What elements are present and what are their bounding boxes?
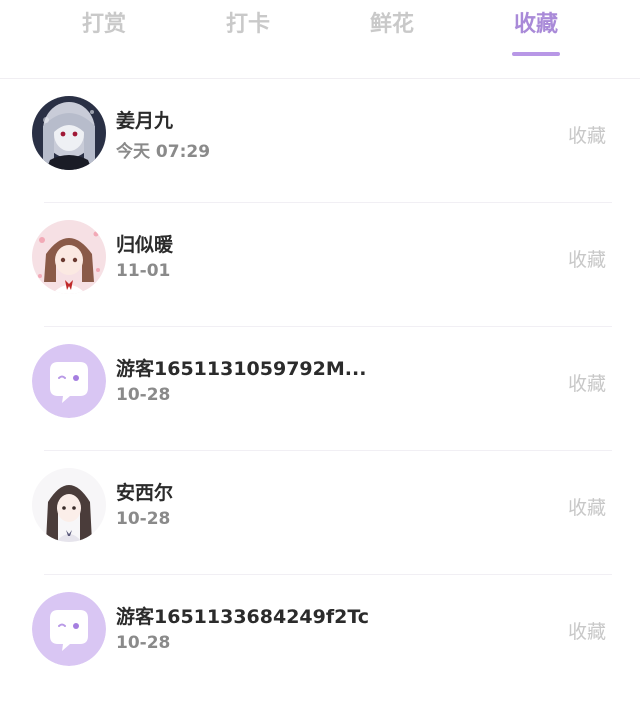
tab-flowers[interactable]: 鲜花: [347, 8, 437, 42]
favorite-status[interactable]: 收藏: [568, 245, 606, 272]
list-item[interactable]: 游客1651131059792M... 10-28 收藏: [0, 327, 640, 451]
list-item[interactable]: 游客1651133684249f2Tc 10-28 收藏: [0, 575, 640, 699]
favorite-status[interactable]: 收藏: [568, 121, 606, 148]
active-tab-indicator: [512, 52, 560, 56]
tab-bar: 打赏 打卡 鲜花 收藏: [0, 0, 640, 79]
tab-tip[interactable]: 打赏: [59, 8, 149, 42]
timestamp: 今天 07:29: [116, 142, 211, 162]
timestamp: 10-28: [116, 633, 171, 653]
anime-girl-pink-avatar: [32, 220, 106, 294]
favorites-list: 姜月九 今天 07:29 收藏 归似暖 11-01 收藏 游客165113105…: [0, 79, 640, 699]
avatar[interactable]: [32, 220, 106, 294]
user-name: 游客1651133684249f2Tc: [116, 606, 370, 628]
guest-chat-bubble-avatar: [32, 344, 106, 418]
avatar[interactable]: [32, 592, 106, 666]
favorite-status[interactable]: 收藏: [568, 493, 606, 520]
timestamp: 10-28: [116, 385, 171, 405]
favorite-status[interactable]: 收藏: [568, 369, 606, 396]
timestamp: 11-01: [116, 261, 171, 281]
list-item[interactable]: 姜月九 今天 07:29 收藏: [0, 79, 640, 203]
user-name: 姜月九: [116, 110, 174, 132]
user-name: 归似暖: [116, 234, 174, 256]
list-item[interactable]: 归似暖 11-01 收藏: [0, 203, 640, 327]
user-name: 游客1651131059792M...: [116, 358, 367, 380]
user-name: 安西尔: [116, 482, 174, 504]
avatar[interactable]: [32, 468, 106, 542]
tab-favorites[interactable]: 收藏: [491, 8, 581, 42]
avatar[interactable]: [32, 344, 106, 418]
avatar[interactable]: [32, 96, 106, 170]
timestamp: 10-28: [116, 509, 171, 529]
list-item[interactable]: 安西尔 10-28 收藏: [0, 451, 640, 575]
favorite-status[interactable]: 收藏: [568, 617, 606, 644]
tab-checkin[interactable]: 打卡: [203, 8, 293, 42]
anime-girl-brown-hair-avatar: [32, 468, 106, 542]
anime-girl-dark-avatar: [32, 96, 106, 170]
guest-chat-bubble-avatar: [32, 592, 106, 666]
